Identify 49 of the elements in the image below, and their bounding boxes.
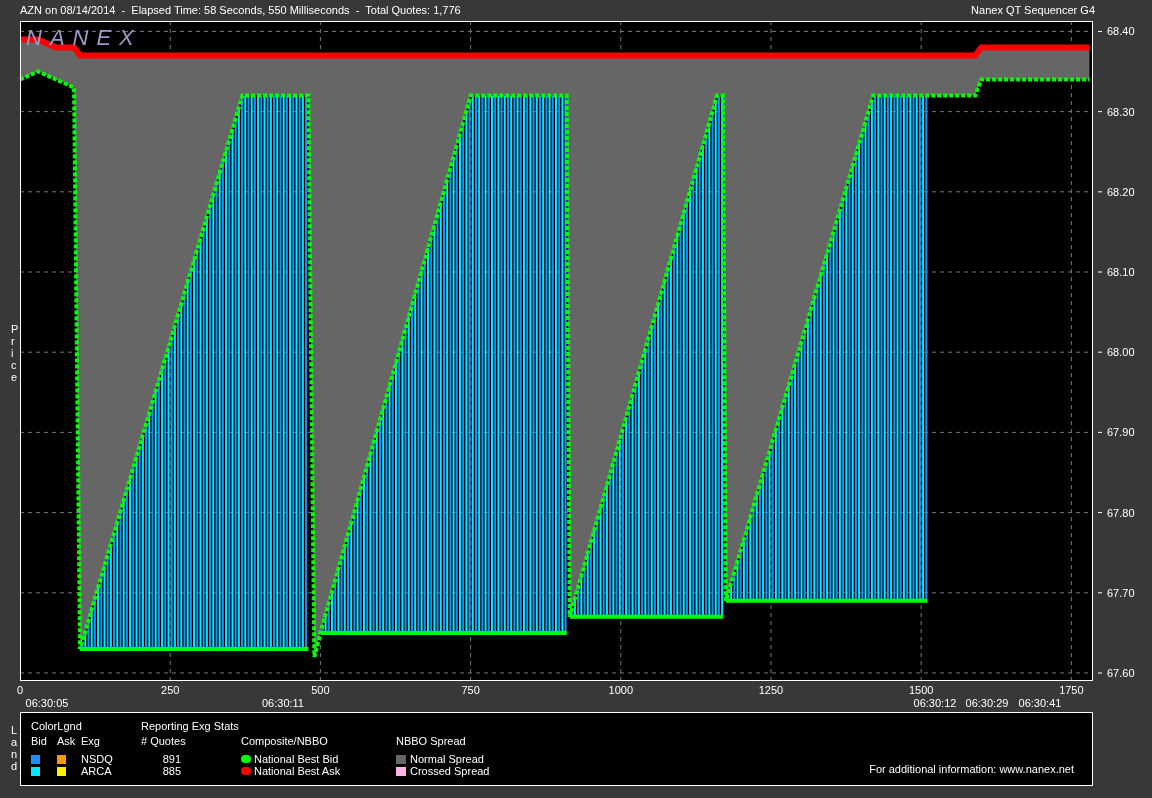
x-tick-label: 500 (311, 684, 330, 696)
y-tick-label: 67.90 (1107, 426, 1135, 439)
y-tick-label: 67.70 (1107, 586, 1135, 599)
column-heading: Exg (81, 734, 101, 750)
time-label: 06:30:05 (25, 697, 69, 709)
y-tick-label: 67.60 (1107, 667, 1135, 679)
x-tick-label: 250 (161, 684, 180, 696)
y-tick-label: 68.40 (1107, 25, 1135, 38)
y-tick-label: 68.20 (1107, 185, 1135, 198)
x-tick-label: 750 (461, 684, 480, 696)
info-text: For additional information: www.nanex.net (869, 761, 1074, 777)
column-heading: Ask (57, 734, 77, 750)
side-label: Land (10, 724, 16, 773)
exchange-name: ARCA (81, 764, 112, 779)
tick-mark (1097, 672, 1103, 674)
y-tick-label: 67.80 (1107, 506, 1135, 519)
legend-label: Crossed Spread (410, 764, 490, 779)
tick-mark (1097, 592, 1103, 594)
tick-mark (1097, 431, 1103, 433)
chart-title: AZN on 08/14/2014 - Elapsed Time: 58 Seconds, 550 Milliseconds - Total Quotes: 1,776 (20, 3, 461, 19)
time-label: 06:30:11 (262, 697, 304, 709)
tick-mark (1097, 512, 1103, 514)
tick-mark (1097, 271, 1103, 273)
time-label: 06:30:41 (1018, 697, 1062, 709)
app-name: Nanex QT Sequencer G4 (971, 3, 1095, 19)
x-tick-label: 1500 (908, 684, 934, 696)
x-tick-label: 1750 (1059, 684, 1084, 696)
legend-heading: Composite/NBBO (241, 734, 328, 750)
y-tick-label: 68.00 (1107, 346, 1135, 359)
legend-label: Normal Spread (410, 751, 484, 767)
x-tick-label: 1000 (608, 684, 634, 696)
axis-label: Price (10, 323, 16, 384)
tick-mark (1097, 351, 1103, 353)
column-heading: # Quotes (141, 734, 186, 750)
tick-mark (1097, 191, 1103, 193)
column-heading: Bid (31, 734, 48, 750)
x-tick-label: 0 (16, 684, 24, 696)
logo: NANEX (26, 25, 142, 50)
exchange-name: NSDQ (81, 751, 113, 767)
legend-heading: ColorLgnd (31, 719, 82, 735)
y-tick-label: 68.30 (1107, 105, 1135, 118)
legend-heading: NBBO Spread (396, 734, 466, 750)
y-tick-label: 68.10 (1107, 266, 1135, 278)
legend-heading: Reporting Exg Stats (141, 719, 239, 735)
tick-mark (1097, 111, 1103, 113)
time-label: 06:30:12 (913, 697, 957, 709)
time-label: 06:30:29 (965, 697, 1009, 709)
x-tick-label: 1250 (758, 684, 784, 696)
tick-mark (1097, 30, 1103, 32)
